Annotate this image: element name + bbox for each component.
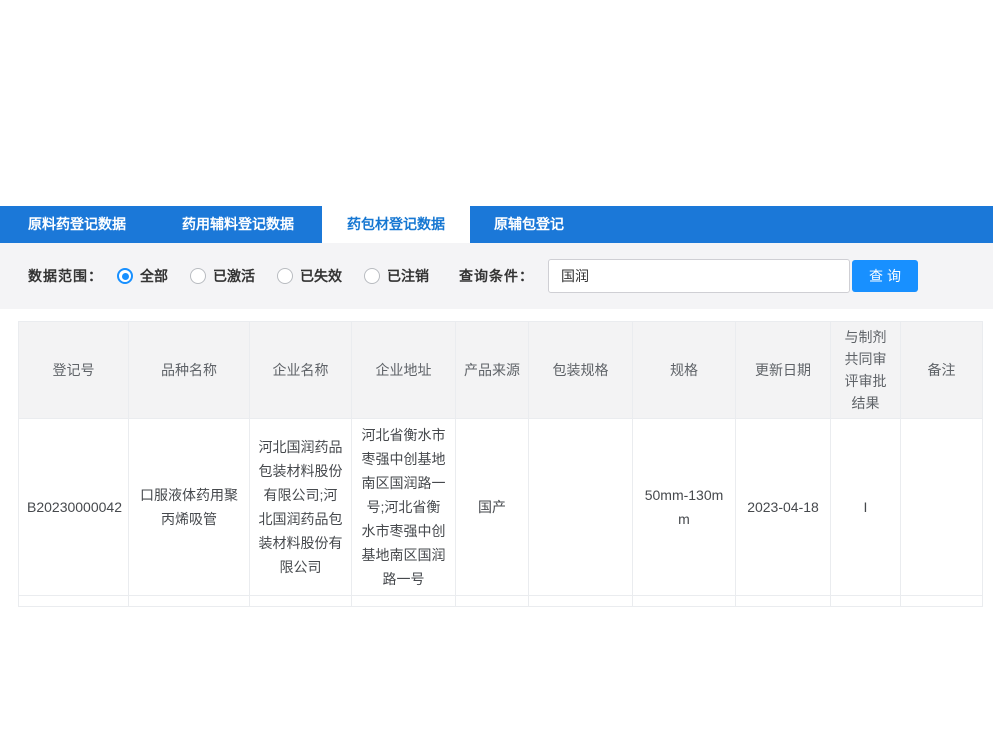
search-button[interactable]: 查询 xyxy=(852,260,918,292)
query-condition-label: 查询条件： xyxy=(459,266,534,286)
radio-unselected-icon xyxy=(190,268,206,284)
tab-raw-excipient-pack-registration[interactable]: 原辅包登记 xyxy=(470,206,588,243)
cell-registration-no: B20230000042 xyxy=(19,419,129,596)
header-spec: 规格 xyxy=(633,322,736,419)
header-joint-review-result: 与制剂共同审评审批结果 xyxy=(831,322,901,419)
radio-unselected-icon xyxy=(277,268,293,284)
radio-selected-icon xyxy=(117,268,133,284)
filter-bar: 数据范围： 全部 已激活 已失效 已注销 查 xyxy=(0,243,993,309)
cell-update-date: 2023-04-18 xyxy=(736,419,831,596)
header-company-address: 企业地址 xyxy=(352,322,456,419)
radio-activated[interactable]: 已激活 xyxy=(190,266,255,286)
data-scope-label: 数据范围： xyxy=(28,266,103,286)
cell-joint-review-result: I xyxy=(831,419,901,596)
tab-excipient-data[interactable]: 药用辅料登记数据 xyxy=(154,206,322,243)
header-product-source: 产品来源 xyxy=(456,322,529,419)
radio-all-label: 全部 xyxy=(140,266,168,286)
cell-product-source: 国产 xyxy=(456,419,529,596)
tab-raw-material-data[interactable]: 原料药登记数据 xyxy=(0,206,154,243)
content-panel: 原料药登记数据 药用辅料登记数据 药包材登记数据 原辅包登记 数据范围： 全部 … xyxy=(0,206,993,607)
radio-unselected-icon xyxy=(364,268,380,284)
tab-bar: 原料药登记数据 药用辅料登记数据 药包材登记数据 原辅包登记 xyxy=(0,206,993,243)
cell-product-name: 口服液体药用聚丙烯吸管 xyxy=(129,419,250,596)
table-header-row: 登记号 品种名称 企业名称 企业地址 产品来源 包装规格 规格 更新日期 与制剂… xyxy=(19,322,983,419)
radio-expired[interactable]: 已失效 xyxy=(277,266,342,286)
page: 原料药登记数据 药用辅料登记数据 药包材登记数据 原辅包登记 数据范围： 全部 … xyxy=(0,0,1000,750)
radio-expired-label: 已失效 xyxy=(300,266,342,286)
header-product-name: 品种名称 xyxy=(129,322,250,419)
header-remark: 备注 xyxy=(901,322,983,419)
tab-packaging-material-data[interactable]: 药包材登记数据 xyxy=(322,206,470,243)
query-input[interactable] xyxy=(548,259,850,293)
radio-all[interactable]: 全部 xyxy=(117,266,168,286)
cell-spec: 50mm-130mm xyxy=(633,419,736,596)
header-package-spec: 包装规格 xyxy=(529,322,633,419)
cell-company-name: 河北国润药品包装材料股份有限公司;河北国润药品包装材料股份有限公司 xyxy=(250,419,352,596)
cell-package-spec xyxy=(529,419,633,596)
radio-cancelled[interactable]: 已注销 xyxy=(364,266,429,286)
radio-cancelled-label: 已注销 xyxy=(387,266,429,286)
header-company-name: 企业名称 xyxy=(250,322,352,419)
data-scope-radio-group: 全部 已激活 已失效 已注销 xyxy=(117,266,451,286)
table-row: B20230000042 口服液体药用聚丙烯吸管 河北国润药品包装材料股份有限公… xyxy=(19,419,983,596)
table-empty-stub-row xyxy=(19,596,983,607)
cell-company-address: 河北省衡水市枣强中创基地南区国润路一号;河北省衡水市枣强中创基地南区国润路一号 xyxy=(352,419,456,596)
results-table: 登记号 品种名称 企业名称 企业地址 产品来源 包装规格 规格 更新日期 与制剂… xyxy=(18,321,983,607)
cell-remark xyxy=(901,419,983,596)
radio-activated-label: 已激活 xyxy=(213,266,255,286)
results-table-wrap: 登记号 品种名称 企业名称 企业地址 产品来源 包装规格 规格 更新日期 与制剂… xyxy=(18,321,982,607)
header-update-date: 更新日期 xyxy=(736,322,831,419)
header-registration-no: 登记号 xyxy=(19,322,129,419)
